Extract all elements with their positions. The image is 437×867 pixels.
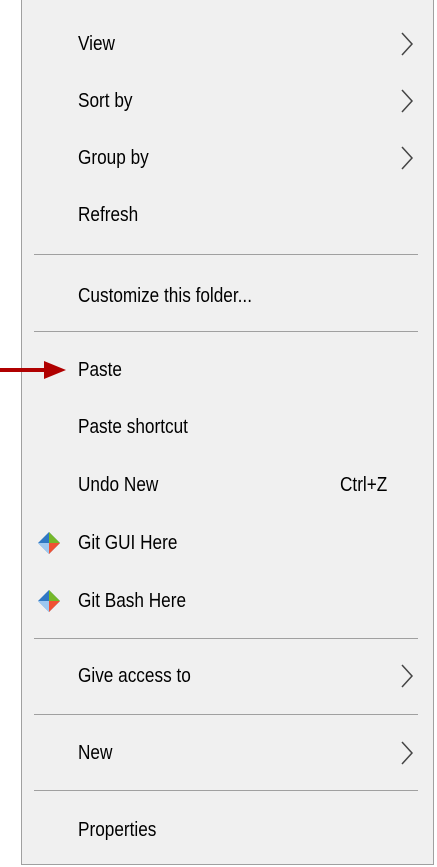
menu-item-view[interactable]: View — [22, 17, 433, 71]
menu-item-label: Paste — [78, 358, 122, 381]
menu-separator — [34, 790, 418, 791]
menu-item-undo-new[interactable]: Undo New Ctrl+Z — [22, 458, 433, 512]
menu-item-label: Customize this folder... — [78, 284, 252, 307]
chevron-right-icon — [401, 741, 414, 765]
menu-item-label: Git GUI Here — [78, 531, 178, 554]
menu-separator — [34, 638, 418, 639]
menu-item-shortcut: Ctrl+Z — [340, 473, 388, 496]
chevron-right-icon — [401, 664, 414, 688]
red-arrow-icon — [0, 361, 66, 379]
menu-separator — [34, 254, 418, 255]
menu-item-label: Sort by — [78, 89, 133, 112]
menu-item-label: Group by — [78, 146, 149, 169]
context-menu: View Sort by Group by Refresh Customize … — [21, 0, 434, 865]
menu-item-new[interactable]: New — [22, 726, 433, 780]
menu-item-sort-by[interactable]: Sort by — [22, 74, 433, 128]
menu-item-label: Refresh — [78, 203, 139, 226]
menu-item-label: Git Bash Here — [78, 589, 187, 612]
page: View Sort by Group by Refresh Customize … — [0, 0, 437, 867]
menu-item-label: Give access to — [78, 664, 191, 687]
chevron-right-icon — [401, 89, 414, 113]
menu-item-customize-folder[interactable]: Customize this folder... — [22, 269, 433, 323]
git-logo-icon — [38, 532, 60, 554]
git-logo-icon — [38, 590, 60, 612]
chevron-right-icon — [401, 146, 414, 170]
menu-separator — [34, 714, 418, 715]
menu-item-git-bash-here[interactable]: Git Bash Here — [22, 574, 433, 628]
chevron-right-icon — [401, 32, 414, 56]
menu-item-label: Properties — [78, 818, 157, 841]
menu-item-give-access-to[interactable]: Give access to — [22, 649, 433, 703]
menu-item-label: Undo New — [78, 473, 159, 496]
menu-item-git-gui-here[interactable]: Git GUI Here — [22, 516, 433, 570]
menu-item-group-by[interactable]: Group by — [22, 131, 433, 185]
menu-item-label: New — [78, 741, 113, 764]
menu-separator — [34, 331, 418, 332]
menu-item-label: View — [78, 32, 115, 55]
menu-item-properties[interactable]: Properties — [22, 803, 433, 857]
menu-item-paste-shortcut[interactable]: Paste shortcut — [22, 400, 433, 454]
menu-item-refresh[interactable]: Refresh — [22, 188, 433, 242]
menu-item-paste[interactable]: Paste — [22, 343, 433, 397]
menu-item-label: Paste shortcut — [78, 415, 188, 438]
